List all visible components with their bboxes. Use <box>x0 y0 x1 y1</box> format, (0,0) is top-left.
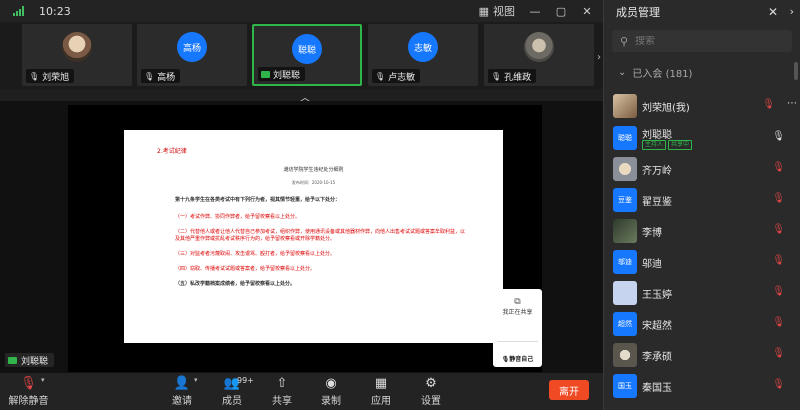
video-tile[interactable]: 🎙 刘荣旭 <box>22 24 132 86</box>
member-row[interactable]: 李博 🎙 <box>604 215 797 247</box>
video-tile-active[interactable]: 聪聪 刘聪聪 <box>252 24 362 86</box>
share-stage: 2.考试纪律 潍坊学院学生违纪处分细则 发布时间：2020-10-15 第十九条… <box>0 101 603 373</box>
members-button[interactable]: 👥 99+ 成员 <box>212 376 254 407</box>
video-tile[interactable]: 🎙 孔维政 <box>484 24 594 86</box>
avatar <box>613 343 637 367</box>
search-icon: ⚲ <box>620 34 629 48</box>
sharing-badge: 共享中 <box>668 140 693 150</box>
screen-share-icon <box>261 70 270 78</box>
member-count: 99+ <box>237 376 254 385</box>
screen-share-icon <box>8 356 17 364</box>
member-row[interactable]: 邬迪 邬迪 🎙 <box>604 246 797 278</box>
member-row[interactable]: 国玉 秦国玉 🎙 <box>604 370 797 402</box>
mic-icon[interactable]: 🎙 <box>772 131 785 142</box>
mic-muted-icon[interactable]: 🎙 <box>772 224 785 235</box>
scrollbar[interactable] <box>794 62 798 80</box>
gear-icon: ⚙ <box>425 376 437 391</box>
avatar: 高杨 <box>177 32 207 62</box>
meeting-time: 10:23 <box>39 4 71 18</box>
avatar: 邬迪 <box>613 250 637 274</box>
mic-muted-icon[interactable]: 🎙 <box>772 255 785 266</box>
member-row[interactable]: 齐万岭 🎙 <box>604 153 797 185</box>
mic-muted-icon: 🎙 <box>29 71 40 81</box>
meeting-window: 10:23 ▦ 视图 — ▢ ✕ 🎙 刘荣旭 高杨 🎙 高杨 聪聪 刘聪聪 志敏 🎙… <box>0 0 800 410</box>
mute-self-button[interactable]: 🎙静音自己 <box>493 354 542 363</box>
doc-item: （三）对监考者污蔑取闹、攻击谩骂、殴打者，给予留校察看以上处分。 <box>175 251 336 257</box>
avatar: 志敏 <box>408 32 438 62</box>
avatar <box>62 32 92 62</box>
mic-muted-icon[interactable]: 🎙 <box>772 162 785 173</box>
share-control-panel: ⧉ 我正在共享 🎙静音自己 <box>493 289 542 367</box>
member-row[interactable]: 李承硕 🎙 <box>604 339 797 371</box>
mic-muted-icon[interactable]: 🎙 <box>772 348 785 359</box>
mic-muted-icon[interactable]: 🎙 <box>772 286 785 297</box>
view-button[interactable]: ▦ 视图 <box>479 3 515 19</box>
chevron-up-icon[interactable]: ︿ <box>298 89 312 104</box>
avatar <box>613 157 637 181</box>
video-strip: 🎙 刘荣旭 高杨 🎙 高杨 聪聪 刘聪聪 志敏 🎙 卢志敏 🎙 孔维政 › <box>0 22 603 89</box>
avatar <box>613 94 637 118</box>
chevron-down-icon[interactable]: ▾ <box>194 376 198 384</box>
close-window-button[interactable]: ✕ <box>581 5 593 18</box>
member-search[interactable]: ⚲ <box>612 30 792 52</box>
member-row[interactable]: 王玉婷 🎙 <box>604 277 797 309</box>
screen-share-icon: ⧉ <box>514 297 521 307</box>
doc-intro: 第十九条学生在各类考试中有下列行为者，视其情节轻重，给予以下处分： <box>175 197 341 203</box>
meeting-toolbar: 🎙 解除静音 ▾ 👤 邀请 ▾ 👥 99+ 成员 ⇧ 共享 ◉ 录制 ▦ 应用 … <box>0 373 603 410</box>
joined-group[interactable]: ⌄ 已入会 (181) <box>604 64 800 80</box>
chevron-down-icon[interactable]: ▾ <box>41 376 45 384</box>
doc-item: （五）私改学籍档案成绩者，给予留校察看以上处分。 <box>175 281 296 287</box>
mic-muted-icon[interactable]: 🎙 <box>772 193 785 204</box>
share-screen-icon: ⇧ <box>276 376 288 391</box>
maximize-button[interactable]: ▢ <box>555 5 567 18</box>
mic-muted-icon[interactable]: 🎙 <box>772 379 785 390</box>
leave-button[interactable]: 离开 <box>549 380 589 400</box>
record-button[interactable]: ◉ 录制 <box>311 376 351 407</box>
video-tile[interactable]: 志敏 🎙 卢志敏 <box>368 24 478 86</box>
doc-section: 2.考试纪律 <box>157 148 187 155</box>
member-row[interactable]: 豆鉴 翟豆鉴 🎙 <box>604 184 797 216</box>
avatar: 超然 <box>613 312 637 336</box>
member-row[interactable]: 刘荣旭(我) 🎙 ⋯ <box>604 90 797 122</box>
avatar: 豆鉴 <box>613 188 637 212</box>
share-button[interactable]: ⇧ 共享 <box>262 376 302 407</box>
member-row[interactable]: 超然 宋超然 🎙 <box>604 308 797 340</box>
title-bar: 10:23 ▦ 视图 — ▢ ✕ <box>0 0 603 22</box>
settings-button[interactable]: ⚙ 设置 <box>411 376 451 407</box>
chevron-right-icon[interactable]: › <box>790 5 794 18</box>
apps-grid-icon: ▦ <box>374 376 388 391</box>
avatar <box>613 219 637 243</box>
host-badge: 主持人 <box>642 140 667 150</box>
mic-muted-icon: 🎙 <box>144 71 155 81</box>
apps-button[interactable]: ▦ 应用 <box>361 376 401 407</box>
sharer-label: 刘聪聪 <box>5 353 55 367</box>
member-panel: 成员管理 ✕ › ⚲ ⌄ 已入会 (181) 刘荣旭(我) 🎙 ⋯ 聪聪 刘聪聪… <box>603 0 800 410</box>
doc-item: （一）考试作弊、协同作弊者，给予留校察看以上处分。 <box>175 214 301 220</box>
chevron-down-icon: ⌄ <box>618 66 627 78</box>
close-icon[interactable]: ✕ <box>768 5 778 19</box>
grid-icon: ▦ <box>478 4 489 18</box>
video-tile[interactable]: 高杨 🎙 高杨 <box>137 24 247 86</box>
doc-item: （二）代替他人或者让他人代替自己参加考试，组织作弊，使用通讯设备或其他器材作弊，… <box>175 229 466 242</box>
chevron-right-icon[interactable]: › <box>597 52 601 63</box>
doc-date: 发布时间：2020-10-15 <box>291 180 336 185</box>
mic-muted-icon: 🎙 <box>491 71 502 81</box>
avatar: 聪聪 <box>613 126 637 150</box>
minimize-button[interactable]: — <box>529 5 541 18</box>
shared-document: 2.考试纪律 潍坊学院学生违纪处分细则 发布时间：2020-10-15 第十九条… <box>124 130 503 343</box>
member-row[interactable]: 聪聪 刘聪聪 主持人 共享中 🎙 <box>604 122 797 154</box>
mic-muted-icon[interactable]: 🎙 <box>762 99 775 110</box>
mic-muted-icon: 🎙 <box>375 71 386 81</box>
avatar <box>524 32 554 62</box>
signal-icon <box>13 6 24 16</box>
mic-muted-icon[interactable]: 🎙 <box>772 317 785 328</box>
more-icon[interactable]: ⋯ <box>787 98 797 109</box>
avatar: 国玉 <box>613 374 637 398</box>
doc-title: 潍坊学院学生违纪处分细则 <box>283 167 344 173</box>
avatar <box>613 281 637 305</box>
avatar: 聪聪 <box>292 34 322 64</box>
search-input[interactable] <box>635 35 776 47</box>
record-icon: ◉ <box>325 376 337 391</box>
doc-item: （四）窃取、传播考试试题或答案者，给予留校察看以上处分。 <box>175 266 316 272</box>
